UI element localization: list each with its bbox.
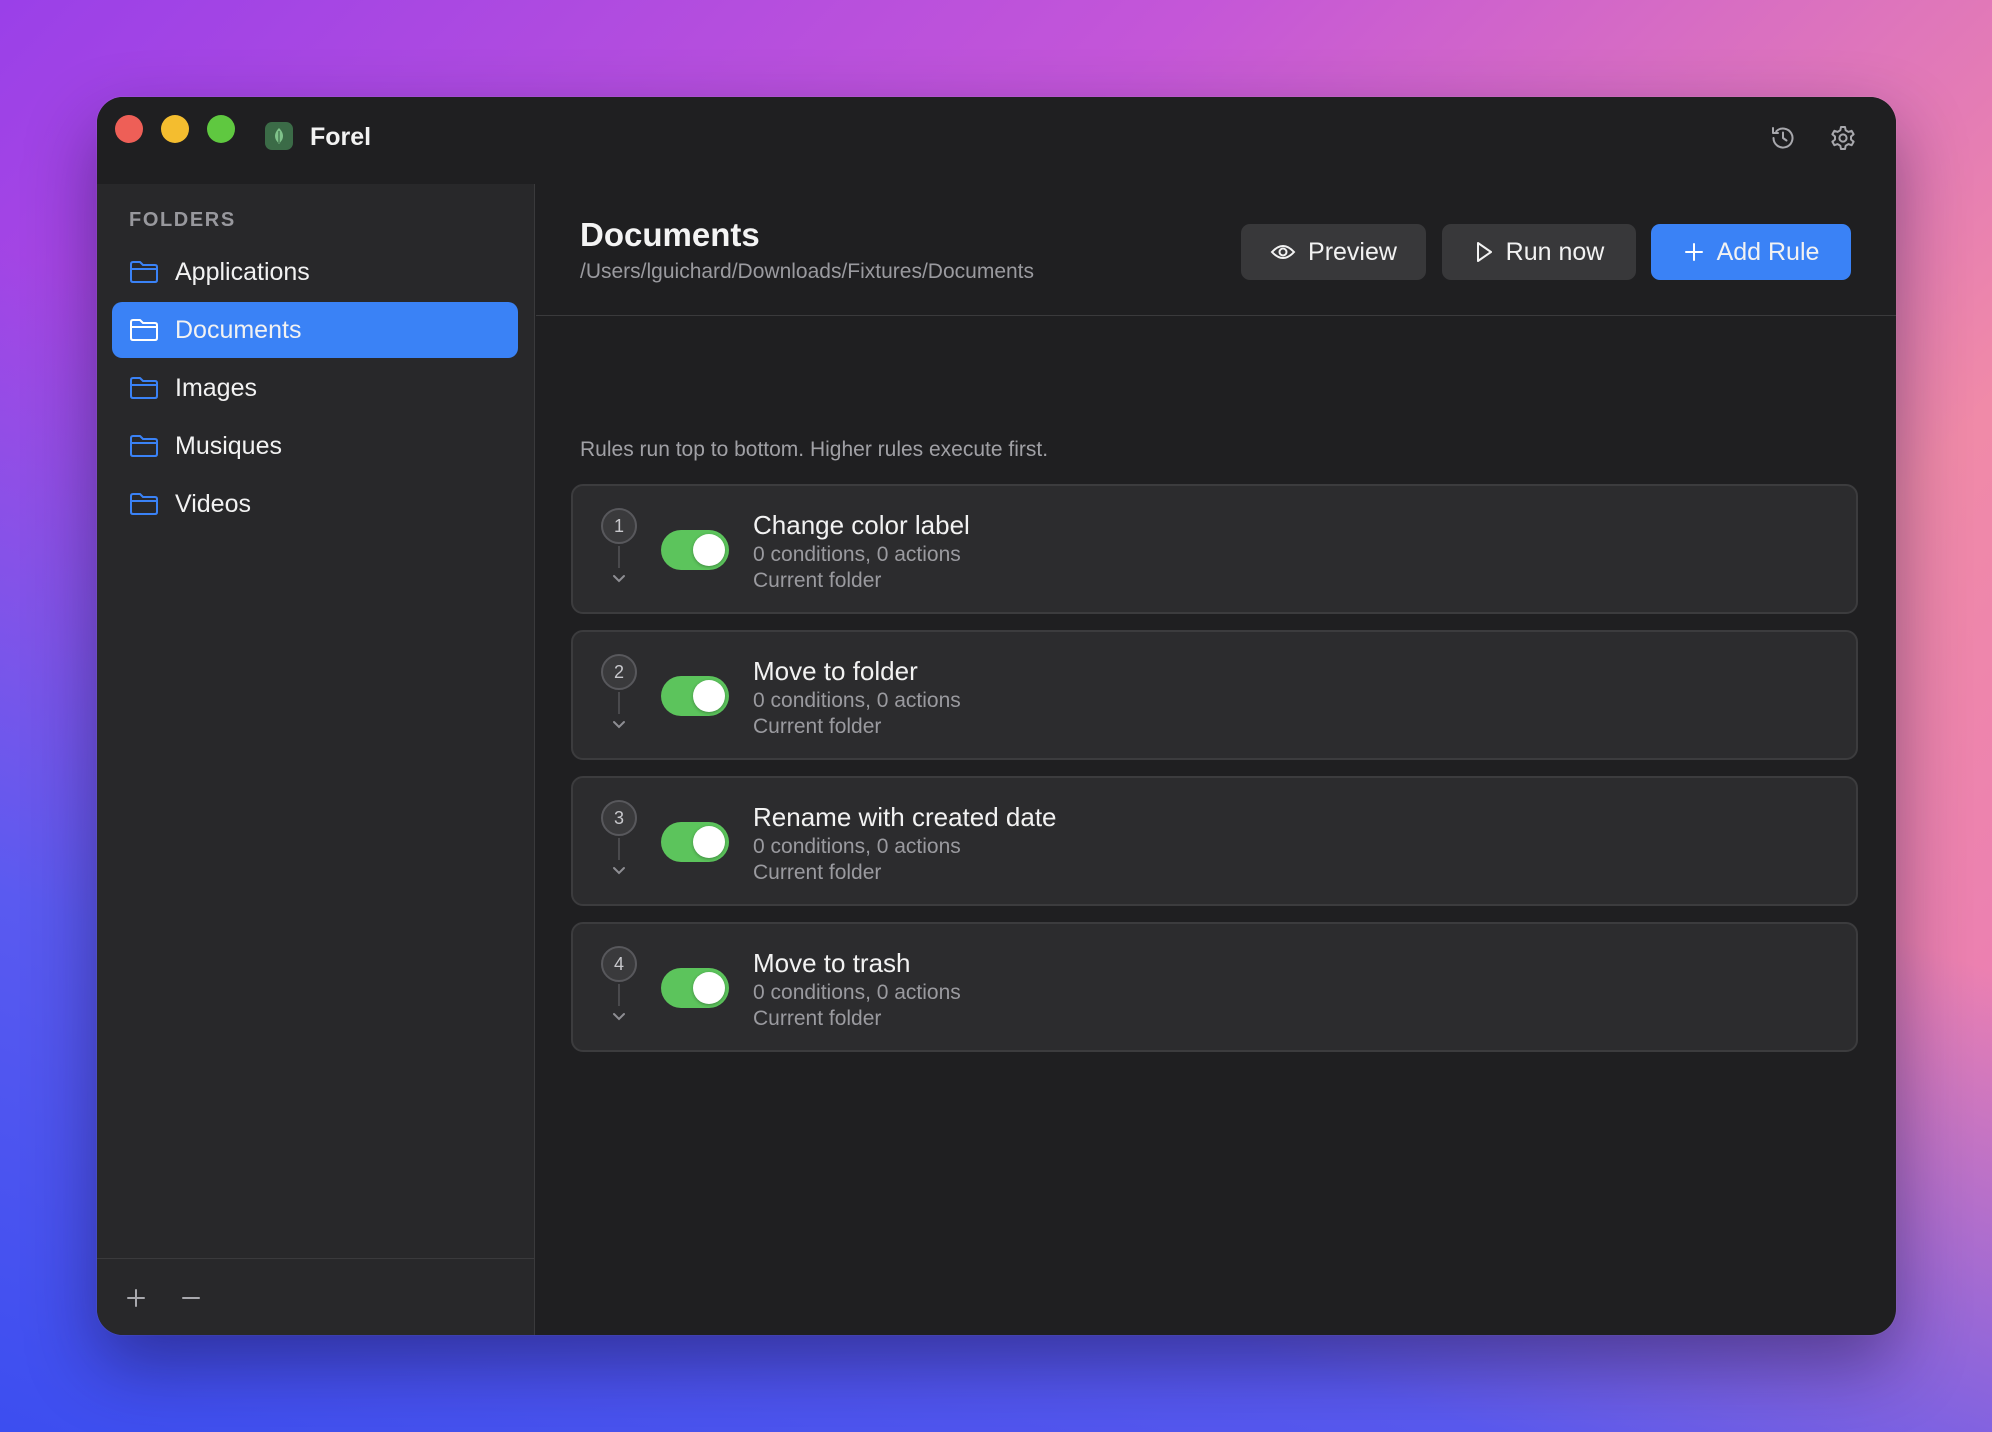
rule-enabled-toggle[interactable] bbox=[661, 530, 729, 570]
rule-card[interactable]: 2 Move to folder 0 conditions, 0 actions… bbox=[571, 630, 1858, 760]
sidebar-item-label: Videos bbox=[175, 489, 251, 518]
chevron-down-icon[interactable] bbox=[611, 1010, 627, 1022]
rule-title: Move to trash bbox=[753, 948, 911, 978]
app-title: Forel bbox=[310, 123, 372, 151]
toggle-knob bbox=[693, 826, 725, 858]
rule-summary: 0 conditions, 0 actions bbox=[753, 981, 961, 1004]
add-folder-button[interactable] bbox=[119, 1281, 153, 1315]
rule-connector bbox=[618, 692, 620, 714]
app-logo-icon bbox=[265, 122, 293, 150]
rule-connector bbox=[618, 546, 620, 568]
folder-icon bbox=[129, 492, 159, 516]
plus-icon bbox=[127, 1289, 145, 1307]
folder-icon bbox=[129, 260, 159, 284]
app-window: Forel FOLDERS Applications Documents Ima… bbox=[97, 97, 1896, 1335]
main-header: Documents /Users/lguichard/Downloads/Fix… bbox=[536, 184, 1896, 316]
rule-index-badge: 3 bbox=[601, 800, 637, 836]
sidebar-item-images[interactable]: Images bbox=[112, 360, 518, 416]
gear-icon[interactable] bbox=[1827, 122, 1859, 154]
rule-connector bbox=[618, 984, 620, 1006]
sidebar-item-label: Documents bbox=[175, 315, 302, 344]
sidebar-item-label: Applications bbox=[175, 257, 310, 286]
folder-icon bbox=[129, 318, 159, 342]
sidebar: FOLDERS Applications Documents Images Mu… bbox=[97, 184, 535, 1335]
rule-connector bbox=[618, 838, 620, 860]
history-icon[interactable] bbox=[1767, 122, 1799, 154]
window-controls bbox=[115, 115, 235, 143]
folder-icon bbox=[129, 376, 159, 400]
add-rule-button[interactable]: Add Rule bbox=[1651, 224, 1851, 280]
rule-index-badge: 4 bbox=[601, 946, 637, 982]
rules-hint: Rules run top to bottom. Higher rules ex… bbox=[580, 438, 1049, 461]
title-bar: Forel bbox=[97, 97, 1896, 184]
rule-index-badge: 2 bbox=[601, 654, 637, 690]
toggle-knob bbox=[693, 680, 725, 712]
toggle-knob bbox=[693, 972, 725, 1004]
remove-folder-button[interactable] bbox=[174, 1281, 208, 1315]
rule-enabled-toggle[interactable] bbox=[661, 822, 729, 862]
rule-scope: Current folder bbox=[753, 1007, 882, 1030]
run-now-label: Run now bbox=[1505, 237, 1605, 266]
minus-icon bbox=[182, 1297, 200, 1299]
sidebar-footer bbox=[97, 1258, 534, 1335]
add-rule-label: Add Rule bbox=[1716, 237, 1820, 266]
rule-enabled-toggle[interactable] bbox=[661, 968, 729, 1008]
rule-enabled-toggle[interactable] bbox=[661, 676, 729, 716]
sidebar-item-documents[interactable]: Documents bbox=[112, 302, 518, 358]
preview-label: Preview bbox=[1308, 237, 1397, 266]
rule-title: Rename with created date bbox=[753, 802, 1057, 832]
rule-card[interactable]: 4 Move to trash 0 conditions, 0 actions … bbox=[571, 922, 1858, 1052]
plus-icon bbox=[1684, 243, 1703, 261]
rule-summary: 0 conditions, 0 actions bbox=[753, 689, 961, 712]
rule-list: 1 Change color label 0 conditions, 0 act… bbox=[571, 484, 1858, 1068]
rule-scope: Current folder bbox=[753, 861, 882, 884]
main-panel: Documents /Users/lguichard/Downloads/Fix… bbox=[536, 184, 1896, 1335]
sidebar-item-applications[interactable]: Applications bbox=[112, 244, 518, 300]
rule-scope: Current folder bbox=[753, 569, 882, 592]
sidebar-item-label: Images bbox=[175, 373, 257, 402]
minimize-window-button[interactable] bbox=[161, 115, 189, 143]
rule-card[interactable]: 1 Change color label 0 conditions, 0 act… bbox=[571, 484, 1858, 614]
toggle-knob bbox=[693, 534, 725, 566]
sidebar-item-label: Musiques bbox=[175, 431, 282, 460]
page-title: Documents bbox=[580, 216, 760, 253]
sidebar-item-musiques[interactable]: Musiques bbox=[112, 418, 518, 474]
close-window-button[interactable] bbox=[115, 115, 143, 143]
run-now-button[interactable]: Run now bbox=[1442, 224, 1636, 280]
folder-icon bbox=[129, 434, 159, 458]
rule-card[interactable]: 3 Rename with created date 0 conditions,… bbox=[571, 776, 1858, 906]
folder-list: Applications Documents Images Musiques V… bbox=[112, 244, 518, 534]
sidebar-heading: FOLDERS bbox=[129, 209, 236, 231]
folder-path: /Users/lguichard/Downloads/Fixtures/Docu… bbox=[580, 260, 1035, 283]
chevron-down-icon[interactable] bbox=[611, 572, 627, 584]
preview-button[interactable]: Preview bbox=[1241, 224, 1426, 280]
rule-title: Move to folder bbox=[753, 656, 918, 686]
eye-icon bbox=[1270, 245, 1296, 259]
rule-summary: 0 conditions, 0 actions bbox=[753, 543, 961, 566]
chevron-down-icon[interactable] bbox=[611, 864, 627, 876]
zoom-window-button[interactable] bbox=[207, 115, 235, 143]
play-icon bbox=[1476, 242, 1492, 262]
rule-summary: 0 conditions, 0 actions bbox=[753, 835, 961, 858]
chevron-down-icon[interactable] bbox=[611, 718, 627, 730]
rule-scope: Current folder bbox=[753, 715, 882, 738]
rule-title: Change color label bbox=[753, 510, 970, 540]
rule-index-badge: 1 bbox=[601, 508, 637, 544]
sidebar-item-videos[interactable]: Videos bbox=[112, 476, 518, 532]
